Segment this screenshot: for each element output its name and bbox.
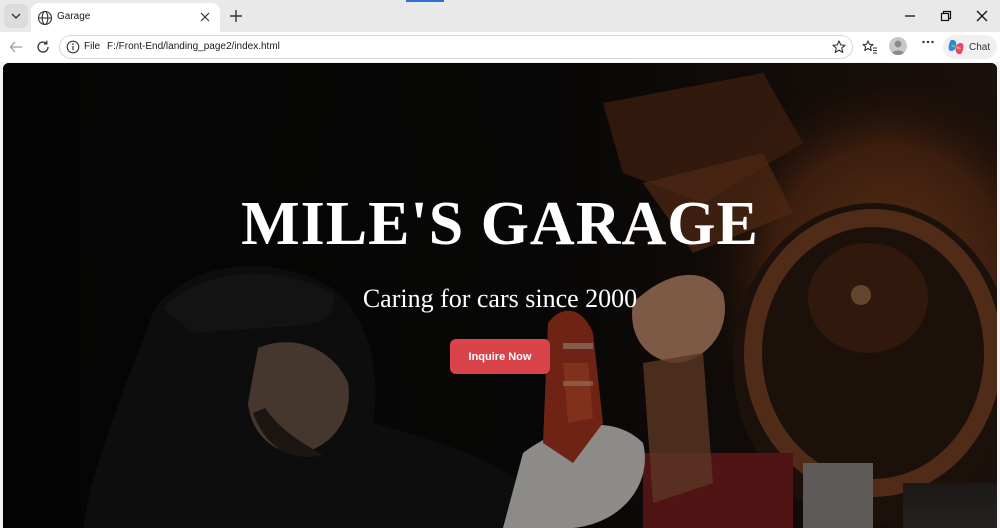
tab-strip: Garage — [0, 0, 1000, 32]
browser-toolbar: File F:/Front-End/landing_page2/index.ht… — [0, 32, 1000, 62]
back-button[interactable] — [5, 36, 27, 58]
profile-avatar-icon[interactable] — [889, 37, 907, 55]
person-icon — [891, 40, 905, 55]
globe-icon — [37, 10, 53, 26]
refresh-icon — [37, 40, 49, 53]
minimize-button[interactable] — [892, 0, 928, 32]
chat-label: Chat — [969, 41, 991, 53]
tab-actions-button[interactable] — [4, 4, 28, 28]
copilot-icon — [948, 39, 964, 55]
restore-button[interactable] — [928, 0, 964, 32]
url-scheme-label: File — [84, 41, 101, 52]
page-viewport: MILE'S GARAGE Caring for cars since 2000… — [3, 63, 997, 528]
hero-subtitle: Caring for cars since 2000 — [362, 284, 638, 313]
tab-accent-indicator — [406, 0, 444, 2]
close-window-button[interactable] — [964, 0, 1000, 32]
close-window-icon — [976, 10, 988, 22]
minimize-icon — [905, 15, 915, 17]
inquire-now-button[interactable]: Inquire Now — [450, 339, 550, 374]
add-favorite-button[interactable] — [830, 38, 848, 56]
info-icon[interactable] — [66, 40, 80, 54]
plus-icon — [230, 10, 242, 22]
close-icon — [200, 12, 210, 22]
more-menu-button[interactable] — [917, 35, 939, 57]
browser-tab-active[interactable]: Garage — [31, 3, 220, 32]
chevron-down-icon — [11, 13, 21, 19]
tab-close-button[interactable] — [196, 8, 214, 26]
url-text[interactable]: F:/Front-End/landing_page2/index.html — [107, 41, 280, 52]
address-bar[interactable]: File F:/Front-End/landing_page2/index.ht… — [59, 35, 853, 59]
favorite-star-icon — [832, 40, 846, 54]
back-arrow-icon — [9, 41, 22, 53]
refresh-button[interactable] — [32, 36, 54, 58]
hero-title: MILE'S GARAGE — [241, 190, 759, 258]
new-tab-button[interactable] — [224, 4, 248, 28]
copilot-chat-button[interactable]: Chat — [943, 35, 997, 59]
favorites-button[interactable] — [859, 36, 881, 58]
more-icon — [922, 40, 934, 44]
restore-icon — [940, 10, 952, 22]
favorites-icon — [862, 40, 877, 54]
tab-title: Garage — [57, 11, 91, 22]
